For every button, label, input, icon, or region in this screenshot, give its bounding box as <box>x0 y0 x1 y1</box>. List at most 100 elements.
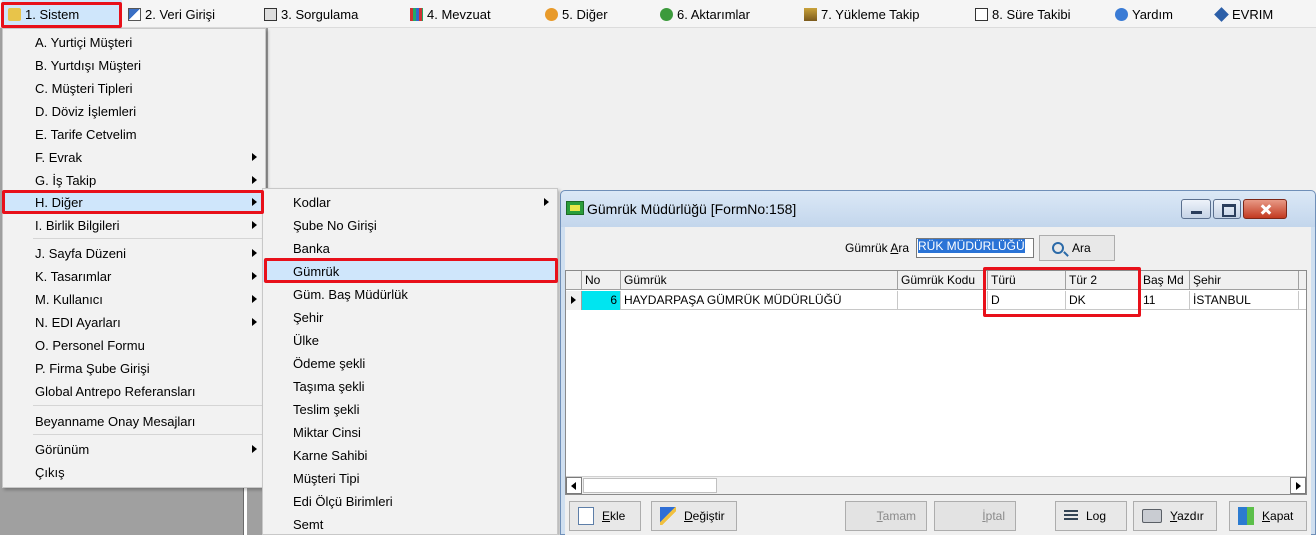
maximize-button[interactable] <box>1213 199 1241 219</box>
menu-item-yurtici-musteri[interactable]: A. Yurtiçi Müşteri <box>3 31 265 53</box>
submenu-arrow-icon <box>252 295 257 303</box>
menu-sistem-label: 1. Sistem <box>25 6 80 22</box>
menu-item-gorunum[interactable]: Görünüm <box>3 438 265 460</box>
menu-item-tarife-cetvelim[interactable]: E. Tarife Cetvelim <box>3 123 265 145</box>
diger-submenu: Kodlar Şube No Girişi Banka Gümrük Güm. … <box>262 188 558 535</box>
cell-bas-md[interactable]: 11 <box>1140 291 1190 310</box>
table-row[interactable]: 6 HAYDARPAŞA GÜMRÜK MÜDÜRLÜĞÜ D DK 11 İS… <box>566 291 1306 310</box>
cell-sehir[interactable]: İSTANBUL <box>1190 291 1299 310</box>
menu-item-kullanici[interactable]: M. Kullanıcı <box>3 288 265 310</box>
window-title-bar[interactable]: Gümrük Müdürlüğü [FormNo:158] <box>561 191 1315 227</box>
submenu-item-semt[interactable]: Semt <box>263 513 557 535</box>
evrim-icon <box>1214 6 1229 22</box>
submenu-item-banka[interactable]: Banka <box>263 237 557 259</box>
submenu-item-sehir[interactable]: Şehir <box>263 306 557 328</box>
search-input[interactable]: RÜK MÜDÜRLÜĞÜ <box>916 238 1034 258</box>
col-bas-md[interactable]: Baş Md <box>1140 271 1190 290</box>
menu-item-sayfa-duzeni[interactable]: J. Sayfa Düzeni <box>3 242 265 264</box>
menu-sorgulama[interactable]: 3. Sorgulama <box>264 0 358 28</box>
menu-sure-takibi-label: 8. Süre Takibi <box>992 6 1071 22</box>
submenu-item-edi-olcu[interactable]: Edi Ölçü Birimleri <box>263 490 557 512</box>
submenu-item-sube-no[interactable]: Şube No Girişi <box>263 214 557 236</box>
menu-item-edi-ayarlari[interactable]: N. EDI Ayarları <box>3 311 265 333</box>
submenu-item-miktar-cinsi[interactable]: Miktar Cinsi <box>263 421 557 443</box>
menu-item-doviz-islemleri[interactable]: D. Döviz İşlemleri <box>3 100 265 122</box>
menu-veri-girisi[interactable]: 2. Veri Girişi <box>128 0 215 28</box>
menu-evrim-label: EVRIM <box>1232 6 1274 22</box>
iptal-label: İptal <box>982 509 1005 523</box>
menu-item-beyanname-onay[interactable]: Beyanname Onay Mesajları <box>3 410 265 432</box>
search-label: Gümrük Ara <box>845 241 910 255</box>
cell-no[interactable]: 6 <box>582 291 621 310</box>
menu-yukleme-takip[interactable]: 7. Yükleme Takip <box>804 0 920 28</box>
menu-evrim[interactable]: EVRIM <box>1214 0 1274 28</box>
col-sehir[interactable]: Şehir <box>1190 271 1299 290</box>
ekle-label: Ekle <box>602 509 626 523</box>
col-turu[interactable]: Türü <box>988 271 1066 290</box>
current-row-icon <box>571 296 576 304</box>
yazdir-button[interactable]: Yazdır <box>1133 501 1217 531</box>
degistir-button[interactable]: Değiştir <box>651 501 737 531</box>
scroll-thumb[interactable] <box>583 478 717 493</box>
submenu-item-kodlar[interactable]: Kodlar <box>263 191 557 213</box>
transfer-icon <box>660 7 673 21</box>
menu-item-tasarimlar[interactable]: K. Tasarımlar <box>3 265 265 287</box>
submenu-arrow-icon <box>252 445 257 453</box>
ara-button[interactable]: Ara <box>1039 235 1115 261</box>
cell-gumruk-kodu[interactable] <box>898 291 988 310</box>
menu-sistem[interactable]: 1. Sistem <box>2 0 122 28</box>
menu-item-diger[interactable]: H. Diğer <box>3 191 265 213</box>
gumruk-mudurlugu-window: Gümrük Müdürlüğü [FormNo:158] Gümrük Ara… <box>560 190 1316 535</box>
menu-item-musteri-tipleri[interactable]: C. Müşteri Tipleri <box>3 77 265 99</box>
search-row: Gümrük Ara RÜK MÜDÜRLÜĞÜ Ara <box>565 235 1311 261</box>
submenu-item-karne-sahibi[interactable]: Karne Sahibi <box>263 444 557 466</box>
submenu-item-tasima-sekli[interactable]: Taşıma şekli <box>263 375 557 397</box>
submenu-item-gumruk[interactable]: Gümrük <box>263 260 557 282</box>
menu-item-firma-sube-girisi[interactable]: P. Firma Şube Girişi <box>3 357 265 379</box>
new-document-icon <box>578 507 594 525</box>
cell-tur2[interactable]: DK <box>1066 291 1140 310</box>
window-body: Gümrük Ara RÜK MÜDÜRLÜĞÜ Ara No Gümrük G… <box>565 227 1311 535</box>
menu-diger[interactable]: 5. Diğer <box>545 0 608 28</box>
menu-item-global-antrepo[interactable]: Global Antrepo Referansları <box>3 380 265 402</box>
submenu-item-musteri-tipi[interactable]: Müşteri Tipi <box>263 467 557 489</box>
scroll-right-icon[interactable] <box>1290 477 1306 494</box>
menu-item-personel-formu[interactable]: O. Personel Formu <box>3 334 265 356</box>
submenu-item-teslim-sekli[interactable]: Teslim şekli <box>263 398 557 420</box>
submenu-arrow-icon <box>252 318 257 326</box>
menu-aktarimlar[interactable]: 6. Aktarımlar <box>660 0 750 28</box>
menu-item-birlik-bilgileri[interactable]: I. Birlik Bilgileri <box>3 214 265 236</box>
submenu-arrow-icon <box>252 176 257 184</box>
cell-turu[interactable]: D <box>988 291 1066 310</box>
col-gumruk[interactable]: Gümrük <box>621 271 898 290</box>
minimize-button[interactable] <box>1181 199 1211 219</box>
col-more <box>1299 271 1308 290</box>
horizontal-scrollbar[interactable] <box>566 476 1306 494</box>
submenu-arrow-icon <box>252 198 257 206</box>
submenu-item-gum-bas-mudurluk[interactable]: Güm. Baş Müdürlük <box>263 283 557 305</box>
scroll-left-icon[interactable] <box>566 477 582 494</box>
menu-item-yurtdisi-musteri[interactable]: B. Yurtdışı Müşteri <box>3 54 265 76</box>
menu-item-cikis[interactable]: Çıkış <box>3 461 265 483</box>
col-no[interactable]: No <box>582 271 621 290</box>
cell-gumruk[interactable]: HAYDARPAŞA GÜMRÜK MÜDÜRLÜĞÜ <box>621 291 898 310</box>
iptal-button[interactable]: İptal <box>934 501 1016 531</box>
submenu-arrow-icon <box>252 272 257 280</box>
submenu-item-odeme-sekli[interactable]: Ödeme şekli <box>263 352 557 374</box>
menu-mevzuat[interactable]: 4. Mevzuat <box>410 0 491 28</box>
menu-item-evrak[interactable]: F. Evrak <box>3 146 265 168</box>
submenu-item-ulke[interactable]: Ülke <box>263 329 557 351</box>
menu-item-is-takip[interactable]: G. İş Takip <box>3 169 265 191</box>
menu-yardim[interactable]: Yardım <box>1115 0 1173 28</box>
col-gumruk-kodu[interactable]: Gümrük Kodu <box>898 271 988 290</box>
app-icon <box>566 201 584 215</box>
tamam-button[interactable]: Tamam <box>845 501 927 531</box>
menu-sure-takibi[interactable]: 8. Süre Takibi <box>975 0 1071 28</box>
gumruk-grid[interactable]: No Gümrük Gümrük Kodu Türü Tür 2 Baş Md … <box>565 270 1307 495</box>
close-button[interactable] <box>1243 199 1287 219</box>
submenu-arrow-icon <box>252 221 257 229</box>
col-tur2[interactable]: Tür 2 <box>1066 271 1140 290</box>
kapat-button[interactable]: Kapat <box>1229 501 1307 531</box>
ekle-button[interactable]: Ekle <box>569 501 641 531</box>
log-button[interactable]: Log <box>1055 501 1127 531</box>
